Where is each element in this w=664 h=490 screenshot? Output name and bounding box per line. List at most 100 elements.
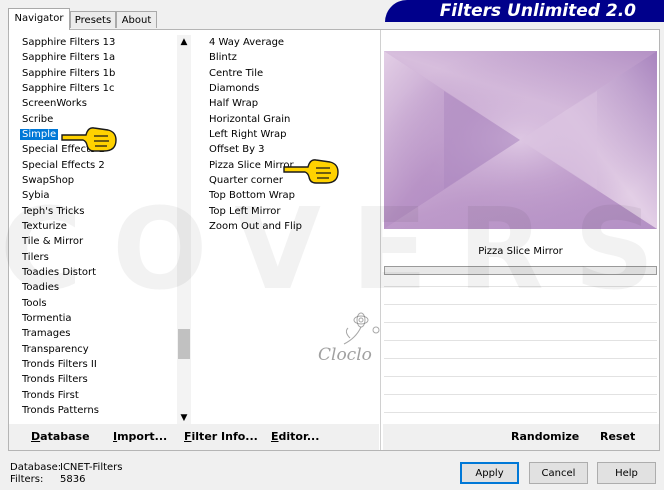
navigator-panel: Sapphire Filters 13 Sapphire Filters 1a Sa… <box>8 29 660 451</box>
category-item[interactable]: Tronds Patterns <box>19 403 169 418</box>
filter-item[interactable]: Blintz <box>206 50 381 65</box>
filter-item-label: Top Left Mirror <box>209 205 281 217</box>
category-item[interactable]: Tormentia <box>19 311 169 326</box>
category-item-label: Transparency <box>22 343 89 355</box>
category-item[interactable]: Sapphire Filters 13 <box>19 35 169 50</box>
param-row <box>384 394 657 395</box>
category-item[interactable]: Sapphire Filters 1a <box>19 50 169 65</box>
filter-list[interactable]: 4 Way Average Blintz Centre Tile Diamonds Ha… <box>206 35 381 234</box>
scrollbar-thumb[interactable] <box>178 329 190 359</box>
category-item[interactable]: Sapphire Filters 1b <box>19 66 169 81</box>
category-item-label: Tronds First <box>22 389 79 401</box>
filter-item[interactable]: Left Right Wrap <box>206 127 381 142</box>
hand-pointer-icon <box>283 159 339 184</box>
param-row <box>384 286 657 287</box>
category-item[interactable]: Tronds First <box>19 388 169 403</box>
filter-item-label: Centre Tile <box>209 67 264 79</box>
category-item[interactable]: Toadies Distort <box>19 265 169 280</box>
import-button[interactable]: Import... <box>113 430 167 443</box>
category-item-label: Sapphire Filters 1a <box>22 52 116 64</box>
filters-count-value: 5836 <box>60 474 86 485</box>
category-item-label: Toadies Distort <box>22 266 97 278</box>
category-item[interactable]: Tilers <box>19 250 169 265</box>
category-item[interactable]: ScreenWorks <box>19 96 169 111</box>
filter-item[interactable]: Centre Tile <box>206 66 381 81</box>
category-item-label: Teph's Tricks <box>22 205 85 217</box>
apply-button[interactable]: Apply <box>460 462 519 484</box>
category-item[interactable]: Sybia <box>19 188 169 203</box>
chevron-up-icon[interactable]: ▲ <box>177 35 191 49</box>
category-item[interactable]: Transparency <box>19 342 169 357</box>
editor-button[interactable]: Editor... <box>271 430 319 443</box>
param-row <box>384 412 657 413</box>
filter-item-label: Pizza Slice Mirror <box>209 159 294 171</box>
pizza-slice-preview <box>384 51 657 229</box>
cancel-button[interactable]: Cancel <box>529 462 588 484</box>
category-item-label: Tronds Patterns <box>22 404 99 416</box>
category-list[interactable]: Sapphire Filters 13 Sapphire Filters 1a Sa… <box>19 35 169 418</box>
reset-button[interactable]: Reset <box>600 430 635 443</box>
column-divider <box>380 30 381 450</box>
filter-item[interactable]: Zoom Out and Flip <box>206 219 381 234</box>
help-button[interactable]: Help <box>597 462 656 484</box>
parameter-bar[interactable] <box>384 266 657 275</box>
filter-item-label: Offset By 3 <box>209 144 265 156</box>
category-item[interactable]: Tramages <box>19 326 169 341</box>
database-button[interactable]: Database <box>31 430 90 443</box>
filter-info-button[interactable]: Filter Info... <box>184 430 258 443</box>
filters-count-label: Filters: <box>10 474 44 485</box>
category-item-label: Tormentia <box>22 312 72 324</box>
randomize-button[interactable]: Randomize <box>511 430 579 443</box>
category-item-label: Special Effects 2 <box>22 159 105 171</box>
selected-filter-name: Pizza Slice Mirror <box>478 246 563 257</box>
category-item[interactable]: Teph's Tricks <box>19 204 169 219</box>
category-item-label: Tile & Mirror <box>22 236 84 248</box>
category-item-label: Tilers <box>22 251 49 263</box>
right-button-row: Randomize Reset <box>383 424 659 450</box>
category-item-label: Tools <box>22 297 47 309</box>
category-item-label: Tronds Filters <box>22 374 88 386</box>
tab-about[interactable]: About <box>116 11 157 28</box>
flower-watermark-icon <box>343 312 380 345</box>
filter-item-label: Blintz <box>209 52 237 64</box>
filter-item-label: Diamonds <box>209 82 260 94</box>
filter-item[interactable]: Horizontal Grain <box>206 112 381 127</box>
category-scrollbar[interactable]: ▲ ▼ <box>177 35 191 425</box>
category-item[interactable]: Tools <box>19 296 169 311</box>
chevron-down-icon[interactable]: ▼ <box>177 411 191 425</box>
tab-presets[interactable]: Presets <box>70 11 116 28</box>
param-row <box>384 376 657 377</box>
category-item[interactable]: Special Effects 2 <box>19 158 169 173</box>
category-item-label: Sapphire Filters 1c <box>22 82 115 94</box>
app-title: Filters Unlimited 2.0 <box>385 0 664 22</box>
category-item-label: SwapShop <box>22 174 75 186</box>
category-item-label: Toadies <box>22 282 60 294</box>
hand-pointer-icon <box>61 127 117 152</box>
filter-item-label: 4 Way Average <box>209 37 285 48</box>
filter-item[interactable]: 4 Way Average <box>206 35 381 50</box>
tab-navigator[interactable]: Navigator <box>8 8 70 30</box>
category-item[interactable]: Sapphire Filters 1c <box>19 81 169 96</box>
filter-item[interactable]: Top Left Mirror <box>206 204 381 219</box>
category-item-label: Sybia <box>22 190 50 202</box>
category-item[interactable]: Tronds Filters II <box>19 357 169 372</box>
filter-item-label: Left Right Wrap <box>209 128 287 140</box>
category-item[interactable]: Toadies <box>19 280 169 295</box>
param-row <box>384 358 657 359</box>
database-label: Database: <box>10 462 62 473</box>
filter-item[interactable]: Top Bottom Wrap <box>206 188 381 203</box>
category-item[interactable]: Tronds Filters <box>19 372 169 387</box>
filter-item[interactable]: Diamonds <box>206 81 381 96</box>
filter-item-label: Zoom Out and Flip <box>209 220 302 232</box>
filter-item[interactable]: Half Wrap <box>206 96 381 111</box>
category-item-label: Scribe <box>22 113 54 125</box>
filter-item-label: Half Wrap <box>209 98 259 110</box>
category-item[interactable]: Texturize <box>19 219 169 234</box>
preview-image <box>384 51 657 229</box>
category-item[interactable]: SwapShop <box>19 173 169 188</box>
category-item-label: Texturize <box>22 220 67 232</box>
category-item[interactable]: Tile & Mirror <box>19 234 169 249</box>
watermark-signature: Cloclo <box>318 345 372 365</box>
category-item-label: Simple <box>20 128 59 140</box>
param-row <box>384 322 657 323</box>
